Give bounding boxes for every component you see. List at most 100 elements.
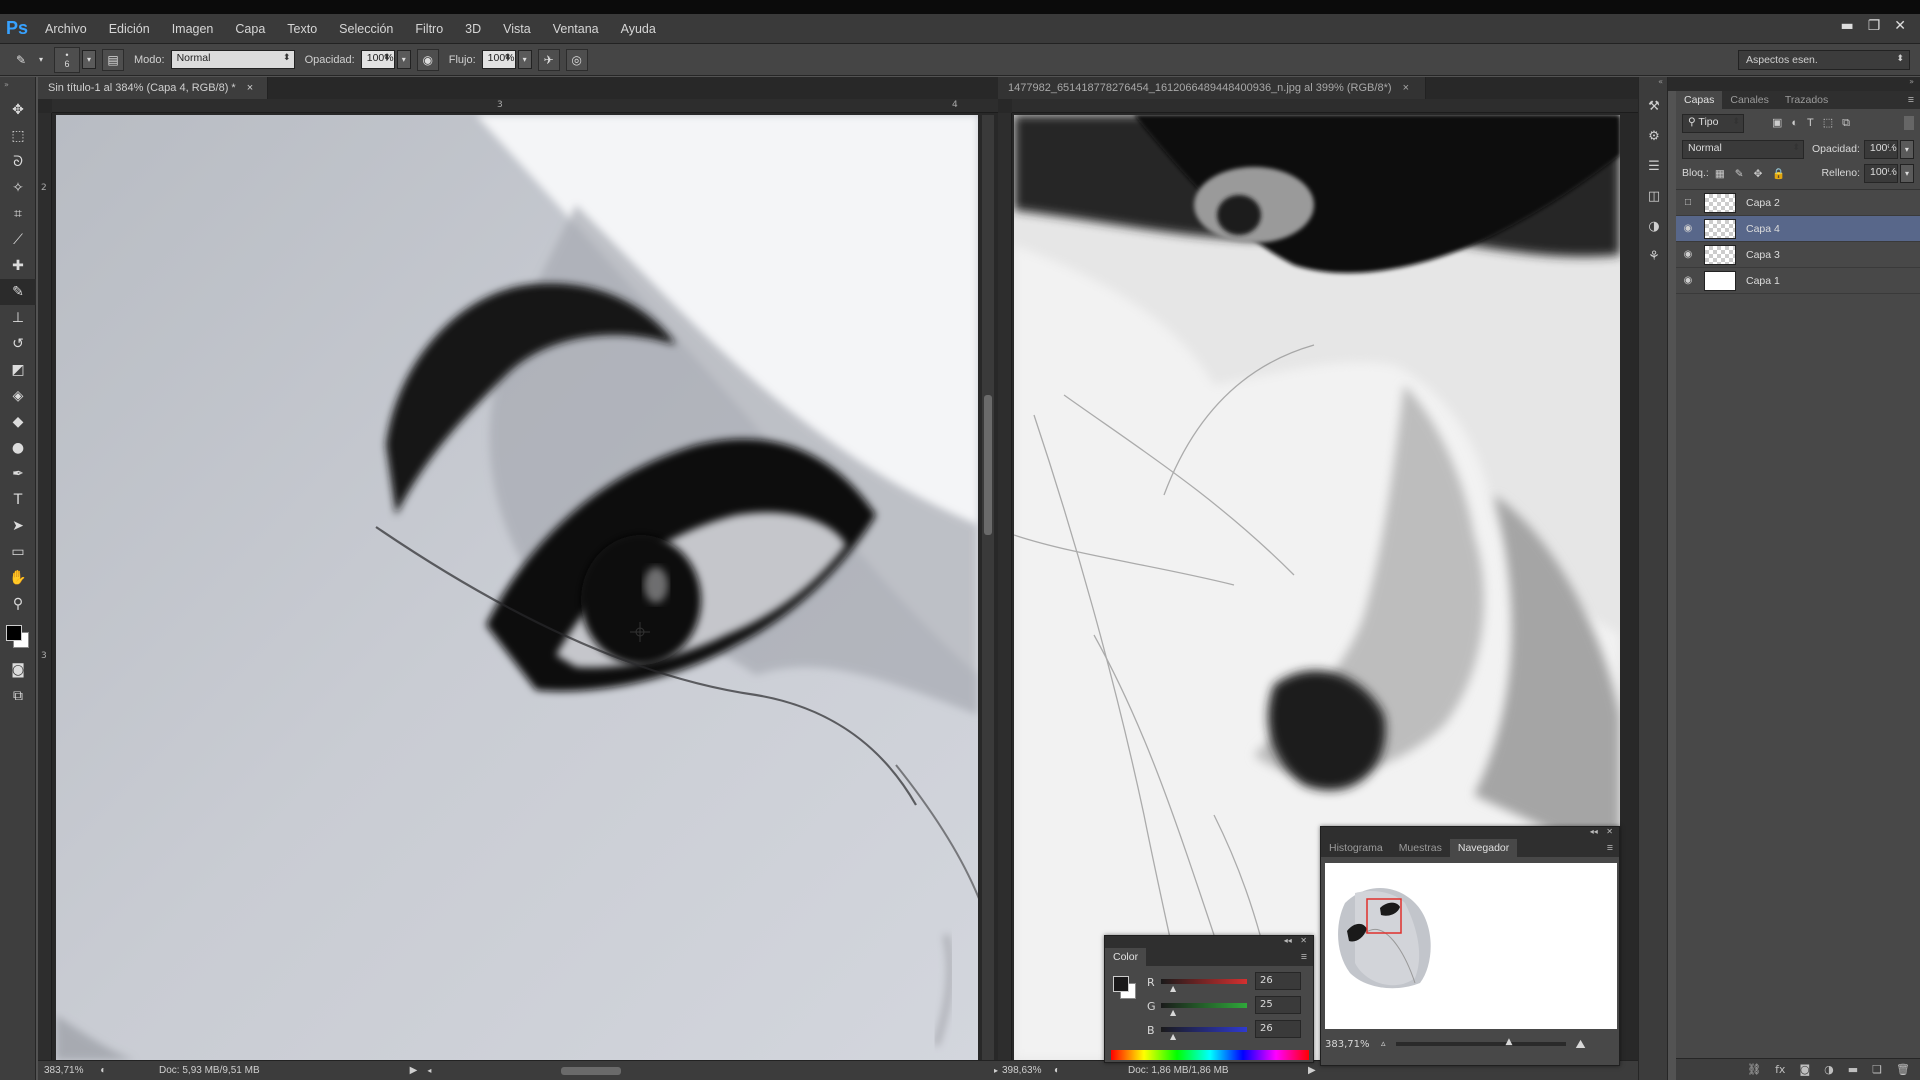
menu-ayuda[interactable]: Ayuda bbox=[610, 22, 667, 36]
tab-color[interactable]: Color bbox=[1105, 948, 1147, 966]
pen-tool-icon[interactable]: ✒ bbox=[0, 461, 36, 487]
flow-input[interactable]: 100% bbox=[481, 50, 516, 69]
doc-1-vertical-scrollbar[interactable] bbox=[982, 115, 994, 1060]
new-layer-icon[interactable]: ❏ bbox=[1872, 1063, 1882, 1076]
zoom-in-icon[interactable]: ⛰ bbox=[1576, 1037, 1586, 1052]
blue-value[interactable]: 26 bbox=[1255, 1020, 1301, 1038]
hand-tool-icon[interactable]: ✋ bbox=[0, 565, 36, 591]
green-value[interactable]: 25 bbox=[1255, 996, 1301, 1014]
visibility-off-icon[interactable]: □ bbox=[1676, 197, 1700, 208]
delete-layer-icon[interactable]: 🗑 bbox=[1896, 1063, 1910, 1076]
layer-opacity-input[interactable]: 100% bbox=[1863, 139, 1898, 159]
close-panel-icon[interactable]: ✕ bbox=[1300, 936, 1307, 945]
menu-archivo[interactable]: Archivo bbox=[34, 22, 98, 36]
panel-menu-icon[interactable]: ≡ bbox=[1295, 948, 1313, 966]
workspace-select[interactable]: Aspectos esen. ⬍ bbox=[1738, 50, 1910, 70]
flow-dropdown-icon[interactable]: ▾ bbox=[517, 50, 532, 69]
dodge-tool-icon[interactable]: ● bbox=[0, 435, 36, 461]
collapse-panel-icon[interactable]: ◂◂ bbox=[1284, 936, 1292, 945]
layer-style-icon[interactable]: fx bbox=[1775, 1063, 1785, 1076]
brush-size-picker[interactable]: • 6 bbox=[54, 46, 80, 73]
layer-row-active[interactable]: ◉ Capa 4 bbox=[1676, 216, 1920, 242]
panel-menu-icon[interactable]: ≡ bbox=[1902, 91, 1920, 109]
red-value[interactable]: 26 bbox=[1255, 972, 1301, 990]
tab-muestras[interactable]: Muestras bbox=[1391, 839, 1450, 857]
brush-panel-icon[interactable]: ▤ bbox=[102, 48, 124, 71]
tab-trazados[interactable]: Trazados bbox=[1777, 91, 1836, 109]
status-info-icon[interactable]: ◐ bbox=[100, 1065, 119, 1076]
slider-handle-icon[interactable]: ▲ bbox=[1170, 1032, 1176, 1041]
dock-collapse-icon[interactable]: » bbox=[1909, 77, 1914, 86]
type-tool-icon[interactable]: T bbox=[0, 487, 36, 513]
slider-handle-icon[interactable]: ▲ bbox=[1170, 1008, 1176, 1017]
close-icon[interactable]: ✕ bbox=[1894, 18, 1906, 34]
layer-fill-dropdown-icon[interactable]: ▾ bbox=[1900, 163, 1914, 183]
restore-icon[interactable]: ❐ bbox=[1868, 18, 1881, 34]
toolbar-collapse-icon[interactable]: » bbox=[0, 77, 35, 97]
brush-preset-icon[interactable]: ✎ bbox=[10, 49, 32, 71]
preset-dropdown-icon[interactable]: ▾ bbox=[34, 50, 48, 69]
navigator-zoom-slider[interactable]: ▲ bbox=[1395, 1037, 1566, 1047]
history-brush-tool-icon[interactable]: ↺ bbox=[0, 331, 36, 357]
actions-panel-icon[interactable]: ⚙ bbox=[1639, 121, 1669, 151]
move-tool-icon[interactable]: ✥ bbox=[0, 97, 36, 123]
menu-edicion[interactable]: Edición bbox=[98, 22, 161, 36]
screen-mode-icon[interactable]: ⧉ bbox=[0, 683, 36, 709]
strip-collapse-icon[interactable]: « bbox=[1639, 77, 1667, 91]
adjustments-panel-icon[interactable]: ◑ bbox=[1639, 211, 1669, 241]
properties-panel-icon[interactable]: ☰ bbox=[1639, 151, 1669, 181]
clone-stamp-tool-icon[interactable]: ⊥ bbox=[0, 305, 36, 331]
eraser-tool-icon[interactable]: ◩ bbox=[0, 357, 36, 383]
add-mask-icon[interactable]: ◙ bbox=[1799, 1063, 1810, 1076]
layer-fill-input[interactable]: 100% bbox=[1864, 163, 1898, 183]
healing-brush-tool-icon[interactable]: ✚ bbox=[0, 253, 36, 279]
layer-row[interactable]: ◉ Capa 3 bbox=[1676, 242, 1920, 268]
scroll-thumb[interactable] bbox=[984, 395, 992, 535]
color-spectrum-bar[interactable] bbox=[1111, 1050, 1309, 1060]
hscroll-thumb[interactable] bbox=[561, 1066, 622, 1075]
close-tab-icon[interactable]: × bbox=[1403, 82, 1409, 94]
brush-tool-icon[interactable]: ✎ bbox=[0, 279, 36, 305]
lock-icons[interactable]: ▦✎✥🔒 bbox=[1715, 167, 1796, 180]
slider-handle-icon[interactable]: ▲ bbox=[1506, 1037, 1513, 1047]
rectangle-tool-icon[interactable]: ▭ bbox=[0, 539, 36, 565]
filter-toggle-icon[interactable] bbox=[1904, 116, 1914, 130]
layer-filter-select[interactable]: ⚲ Tipo bbox=[1682, 113, 1744, 133]
navigator-zoom-value[interactable]: 383,71% bbox=[1325, 1039, 1381, 1050]
tab-doc-1[interactable]: Sin título-1 al 384% (Capa 4, RGB/8) * × bbox=[38, 77, 268, 99]
eyedropper-tool-icon[interactable]: ⟋ bbox=[0, 227, 36, 253]
zoom-out-icon[interactable]: ▵ bbox=[1381, 1039, 1386, 1049]
menu-capa[interactable]: Capa bbox=[224, 22, 276, 36]
blend-mode-select[interactable]: Normal bbox=[1682, 139, 1804, 159]
minimize-icon[interactable]: ▬ bbox=[1840, 18, 1853, 34]
opacity-dropdown-icon[interactable]: ▾ bbox=[396, 50, 411, 69]
brush-size-dropdown-icon[interactable]: ▾ bbox=[82, 50, 96, 69]
color-swatches[interactable] bbox=[0, 617, 36, 657]
panel-menu-icon[interactable]: ≡ bbox=[1601, 839, 1619, 857]
tab-navegador[interactable]: Navegador bbox=[1449, 839, 1518, 857]
status-info-icon[interactable]: ◐ bbox=[1054, 1065, 1074, 1076]
tab-capas[interactable]: Capas bbox=[1676, 91, 1723, 109]
airbrush-icon[interactable]: ✈ bbox=[537, 48, 560, 71]
layer-row[interactable]: □ Capa 2 bbox=[1676, 190, 1920, 216]
history-panel-icon[interactable]: ⚒ bbox=[1639, 91, 1669, 121]
doc-2-zoom-level[interactable]: 398,63% bbox=[1002, 1065, 1054, 1076]
adjustment-layer-icon[interactable]: ◑ bbox=[1824, 1063, 1834, 1076]
zoom-tool-icon[interactable]: ⚲ bbox=[0, 591, 36, 617]
navigator-thumbnail[interactable] bbox=[1325, 863, 1617, 1029]
layer-row[interactable]: ◉ Capa 1 bbox=[1676, 268, 1920, 294]
brush-presets-icon[interactable]: ◫ bbox=[1639, 181, 1669, 211]
marquee-tool-icon[interactable]: ⬚ bbox=[0, 123, 36, 149]
new-group-icon[interactable]: ▬ bbox=[1848, 1063, 1858, 1076]
menu-ventana[interactable]: Ventana bbox=[542, 22, 610, 36]
status-arrow-icon[interactable]: ▶ bbox=[410, 1065, 418, 1076]
layer-opacity-dropdown-icon[interactable]: ▾ bbox=[1899, 139, 1914, 159]
pressure-size-icon[interactable]: ◎ bbox=[565, 48, 588, 71]
close-tab-icon[interactable]: × bbox=[247, 82, 253, 94]
quick-mask-icon[interactable]: ◙ bbox=[0, 657, 36, 683]
tab-doc-2[interactable]: 1477982_651418778276454_1612066489448400… bbox=[998, 77, 1426, 99]
paint-bucket-tool-icon[interactable]: ◈ bbox=[0, 383, 36, 409]
tab-histograma[interactable]: Histograma bbox=[1321, 839, 1391, 857]
canvas-1[interactable] bbox=[56, 115, 978, 1060]
crop-tool-icon[interactable]: ⌗ bbox=[0, 201, 36, 227]
